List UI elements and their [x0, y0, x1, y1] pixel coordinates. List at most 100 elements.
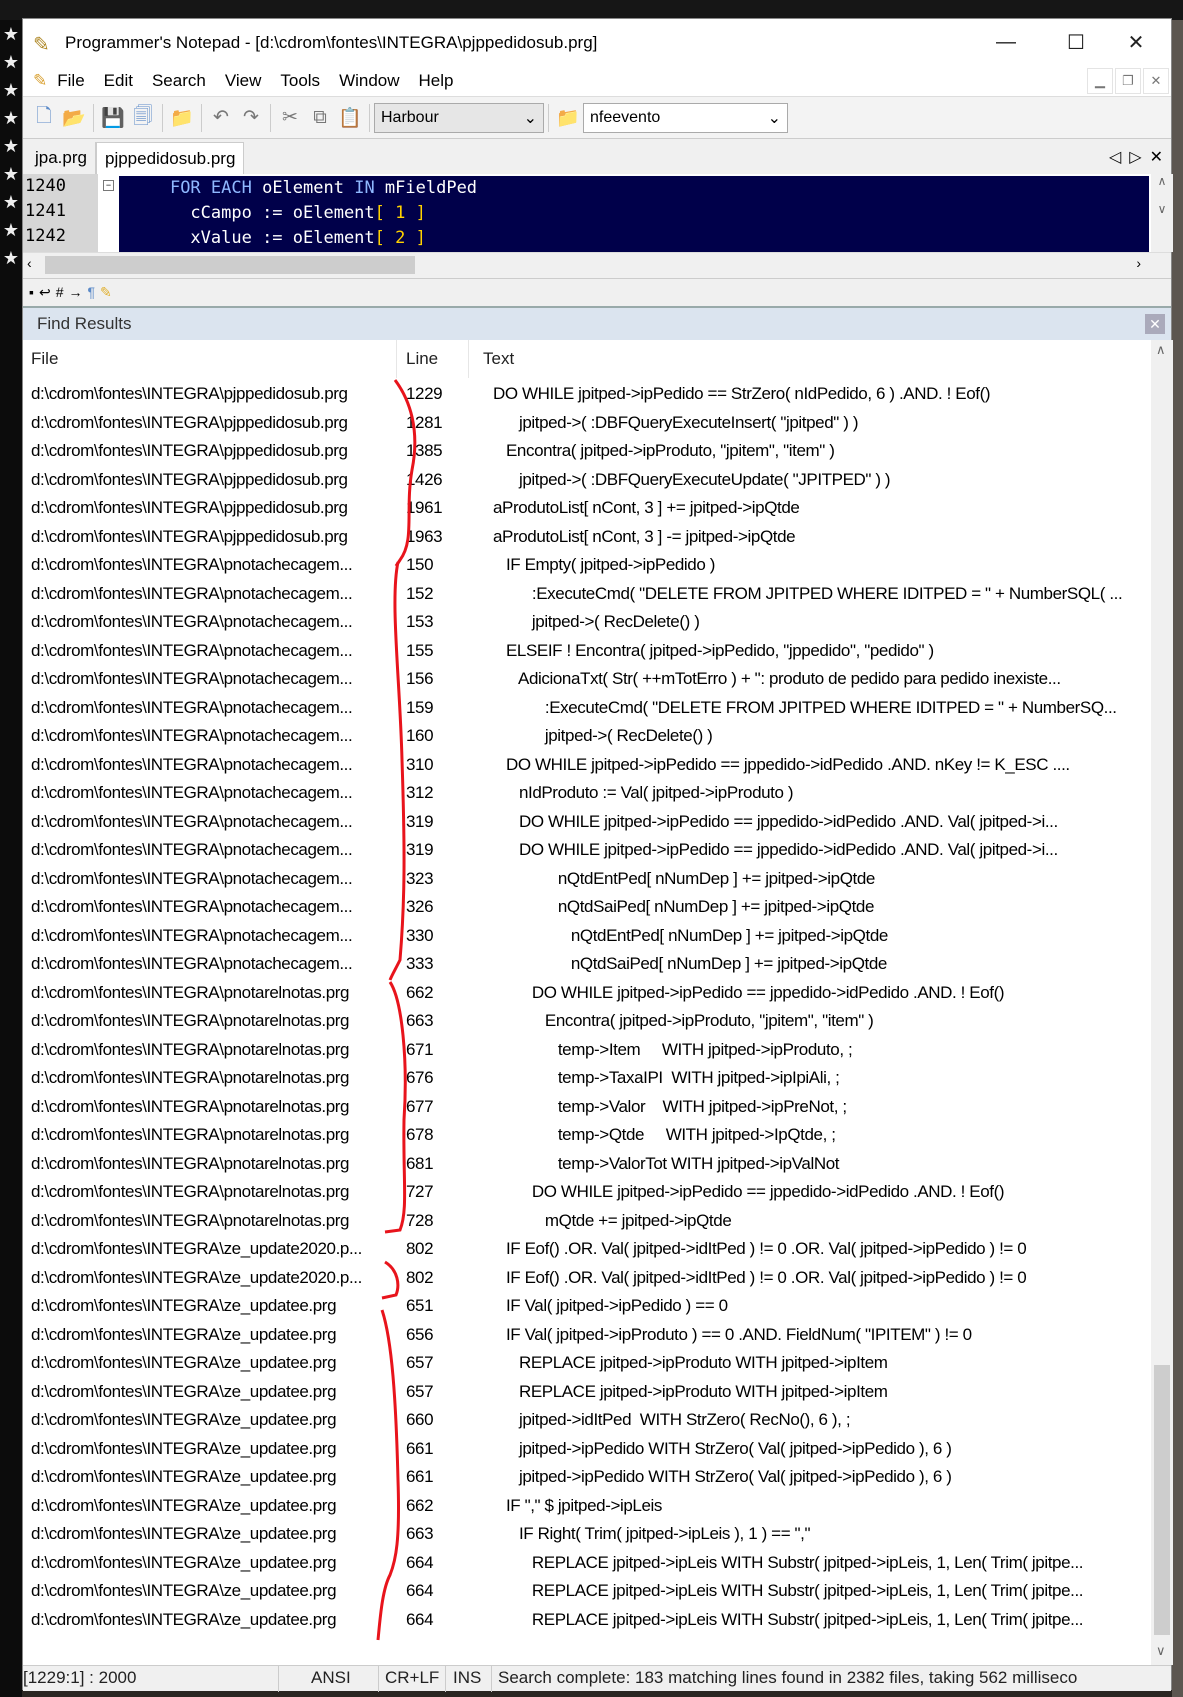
result-row[interactable]: d:\cdrom\fontes\INTEGRA\pnotachecagem...…: [23, 836, 1151, 865]
result-row[interactable]: d:\cdrom\fontes\INTEGRA\pnotachecagem...…: [23, 551, 1151, 580]
result-file: d:\cdrom\fontes\INTEGRA\ze_updatee.prg: [31, 1609, 337, 1629]
menu-view[interactable]: View: [225, 71, 262, 91]
find-in-files-icon[interactable]: 📁: [553, 103, 583, 133]
color-scheme-icon[interactable]: ▪: [29, 284, 34, 300]
result-row[interactable]: d:\cdrom\fontes\INTEGRA\pnotarelnotas.pr…: [23, 1093, 1151, 1122]
word-wrap-icon[interactable]: ↩: [39, 284, 51, 301]
result-row[interactable]: d:\cdrom\fontes\INTEGRA\pnotarelnotas.pr…: [23, 1150, 1151, 1179]
result-row[interactable]: d:\cdrom\fontes\INTEGRA\pnotachecagem...…: [23, 694, 1151, 723]
result-row[interactable]: d:\cdrom\fontes\INTEGRA\pnotachecagem...…: [23, 808, 1151, 837]
result-row[interactable]: d:\cdrom\fontes\INTEGRA\pnotarelnotas.pr…: [23, 1121, 1151, 1150]
paragraph-icon[interactable]: ¶: [88, 284, 96, 300]
result-row[interactable]: d:\cdrom\fontes\INTEGRA\ze_updatee.prg 65…: [23, 1378, 1151, 1407]
result-row[interactable]: d:\cdrom\fontes\INTEGRA\ze_update2020.p.…: [23, 1264, 1151, 1293]
search-input[interactable]: nfeevento ⌄: [583, 102, 788, 133]
result-row[interactable]: d:\cdrom\fontes\INTEGRA\pnotachecagem...…: [23, 637, 1151, 666]
tab-pjppedidosub[interactable]: pjppedidosub.prg: [95, 142, 245, 174]
result-row[interactable]: d:\cdrom\fontes\INTEGRA\ze_updatee.prg 66…: [23, 1520, 1151, 1549]
column-header-text[interactable]: Text: [483, 349, 514, 369]
result-row[interactable]: d:\cdrom\fontes\INTEGRA\pjppedidosub.prg…: [23, 380, 1151, 409]
result-row[interactable]: d:\cdrom\fontes\INTEGRA\pnotarelnotas.pr…: [23, 1178, 1151, 1207]
results-vertical-scrollbar[interactable]: ∧ ∨: [1151, 340, 1173, 1665]
open-file-icon[interactable]: 📂: [59, 103, 89, 133]
copy-icon[interactable]: ⧉: [305, 103, 335, 133]
result-row[interactable]: d:\cdrom\fontes\INTEGRA\ze_updatee.prg 66…: [23, 1406, 1151, 1435]
result-text: jpitped->ipPedido WITH StrZero( Val( jpi…: [493, 1438, 952, 1458]
editor-horizontal-scrollbar[interactable]: ‹ ›: [23, 252, 1171, 277]
result-row[interactable]: d:\cdrom\fontes\INTEGRA\ze_updatee.prg 66…: [23, 1463, 1151, 1492]
open-project-icon[interactable]: 📁: [167, 103, 197, 133]
result-row[interactable]: d:\cdrom\fontes\INTEGRA\ze_updatee.prg 65…: [23, 1349, 1151, 1378]
result-row[interactable]: d:\cdrom\fontes\INTEGRA\ze_updatee.prg 65…: [23, 1321, 1151, 1350]
column-header-line[interactable]: Line: [406, 349, 438, 369]
result-row[interactable]: d:\cdrom\fontes\INTEGRA\pnotarelnotas.pr…: [23, 1036, 1151, 1065]
title-bar: ✎ Programmer's Notepad - [d:\cdrom\fonte…: [23, 19, 1171, 66]
find-results-close-icon[interactable]: ✕: [1145, 314, 1165, 334]
result-row[interactable]: d:\cdrom\fontes\INTEGRA\ze_updatee.prg 66…: [23, 1577, 1151, 1606]
editor-vertical-scrollbar[interactable]: ∧ ∨: [1151, 174, 1173, 252]
tab-jpa[interactable]: jpa.prg: [27, 142, 96, 174]
column-header-file[interactable]: File: [31, 349, 58, 369]
result-row[interactable]: d:\cdrom\fontes\INTEGRA\ze_update2020.p.…: [23, 1235, 1151, 1264]
menu-tools[interactable]: Tools: [280, 71, 320, 91]
doc-minimize-button[interactable]: ▁: [1087, 68, 1113, 94]
result-row[interactable]: d:\cdrom\fontes\INTEGRA\pjppedidosub.prg…: [23, 437, 1151, 466]
new-file-icon[interactable]: 🗋: [29, 103, 59, 133]
result-row[interactable]: d:\cdrom\fontes\INTEGRA\pnotachecagem...…: [23, 779, 1151, 808]
result-row[interactable]: d:\cdrom\fontes\INTEGRA\pnotachecagem...…: [23, 922, 1151, 951]
result-row[interactable]: d:\cdrom\fontes\INTEGRA\ze_updatee.prg 66…: [23, 1549, 1151, 1578]
menu-edit[interactable]: Edit: [104, 71, 133, 91]
menu-help[interactable]: Help: [419, 71, 454, 91]
result-text: mQtde += jpitped->ipQtde: [493, 1210, 732, 1230]
result-row[interactable]: d:\cdrom\fontes\INTEGRA\pjppedidosub.prg…: [23, 494, 1151, 523]
highlight-icon[interactable]: ✎: [100, 284, 112, 301]
result-row[interactable]: d:\cdrom\fontes\INTEGRA\pnotarelnotas.pr…: [23, 979, 1151, 1008]
result-row[interactable]: d:\cdrom\fontes\INTEGRA\pjppedidosub.prg…: [23, 409, 1151, 438]
menu-search[interactable]: Search: [152, 71, 206, 91]
whitespace-icon[interactable]: →: [69, 284, 83, 300]
doc-restore-button[interactable]: ❐: [1115, 68, 1141, 94]
code-area[interactable]: FOR EACH oElement IN mFieldPed cCampo :=…: [119, 176, 1149, 252]
result-row[interactable]: d:\cdrom\fontes\INTEGRA\ze_updatee.prg 66…: [23, 1606, 1151, 1635]
menu-file[interactable]: File: [57, 71, 84, 91]
result-row[interactable]: d:\cdrom\fontes\INTEGRA\pnotarelnotas.pr…: [23, 1007, 1151, 1036]
fold-toggle[interactable]: −: [103, 180, 114, 191]
result-row[interactable]: d:\cdrom\fontes\INTEGRA\pnotachecagem...…: [23, 665, 1151, 694]
result-row[interactable]: d:\cdrom\fontes\INTEGRA\ze_updatee.prg 66…: [23, 1435, 1151, 1464]
close-button[interactable]: ✕: [1101, 19, 1171, 66]
redo-icon[interactable]: ↷: [236, 103, 266, 133]
result-row[interactable]: d:\cdrom\fontes\INTEGRA\ze_updatee.prg 65…: [23, 1292, 1151, 1321]
result-row[interactable]: d:\cdrom\fontes\INTEGRA\pnotachecagem...…: [23, 865, 1151, 894]
result-file: d:\cdrom\fontes\INTEGRA\pnotachecagem...: [31, 840, 353, 859]
scrollbar-thumb[interactable]: [1154, 1365, 1170, 1635]
result-row[interactable]: d:\cdrom\fontes\INTEGRA\pjppedidosub.prg…: [23, 523, 1151, 552]
cut-icon[interactable]: ✂: [275, 103, 305, 133]
code-editor[interactable]: 1240 1241 1242 − FOR EACH oElement IN mF…: [23, 174, 1151, 252]
result-row[interactable]: d:\cdrom\fontes\INTEGRA\pnotachecagem...…: [23, 580, 1151, 609]
result-text: IF Empty( jpitped->ipPedido ): [493, 555, 715, 574]
menu-window[interactable]: Window: [339, 71, 399, 91]
result-row[interactable]: d:\cdrom\fontes\INTEGRA\ze_updatee.prg 66…: [23, 1492, 1151, 1521]
result-row[interactable]: d:\cdrom\fontes\INTEGRA\pnotachecagem...…: [23, 722, 1151, 751]
tab-close-icon[interactable]: ✕: [1150, 147, 1163, 167]
result-row[interactable]: d:\cdrom\fontes\INTEGRA\pnotachecagem...…: [23, 950, 1151, 979]
save-icon[interactable]: 💾: [98, 103, 128, 133]
tab-next-icon[interactable]: ▷: [1129, 147, 1141, 167]
result-row[interactable]: d:\cdrom\fontes\INTEGRA\pnotachecagem...…: [23, 608, 1151, 637]
result-row[interactable]: d:\cdrom\fontes\INTEGRA\pnotarelnotas.pr…: [23, 1064, 1151, 1093]
undo-icon[interactable]: ↶: [206, 103, 236, 133]
doc-close-button[interactable]: ✕: [1143, 68, 1169, 94]
scheme-select[interactable]: Harbour ⌄: [374, 102, 544, 133]
result-row[interactable]: d:\cdrom\fontes\INTEGRA\pjppedidosub.prg…: [23, 466, 1151, 495]
result-row[interactable]: d:\cdrom\fontes\INTEGRA\pnotachecagem...…: [23, 751, 1151, 780]
paste-icon[interactable]: 📋: [335, 103, 365, 133]
result-line: 323: [406, 868, 434, 888]
line-numbers-icon[interactable]: #: [56, 284, 64, 300]
result-file: d:\cdrom\fontes\INTEGRA\pnotarelnotas.pr…: [31, 1182, 350, 1201]
result-row[interactable]: d:\cdrom\fontes\INTEGRA\pnotachecagem...…: [23, 893, 1151, 922]
result-text: DO WHILE jpitped->ipPedido == StrZero( n…: [493, 384, 991, 403]
result-row[interactable]: d:\cdrom\fontes\INTEGRA\pnotarelnotas.pr…: [23, 1207, 1151, 1236]
minimize-button[interactable]: —: [971, 19, 1041, 66]
save-all-icon[interactable]: 🗐: [128, 103, 158, 133]
tab-prev-icon[interactable]: ◁: [1109, 147, 1121, 167]
